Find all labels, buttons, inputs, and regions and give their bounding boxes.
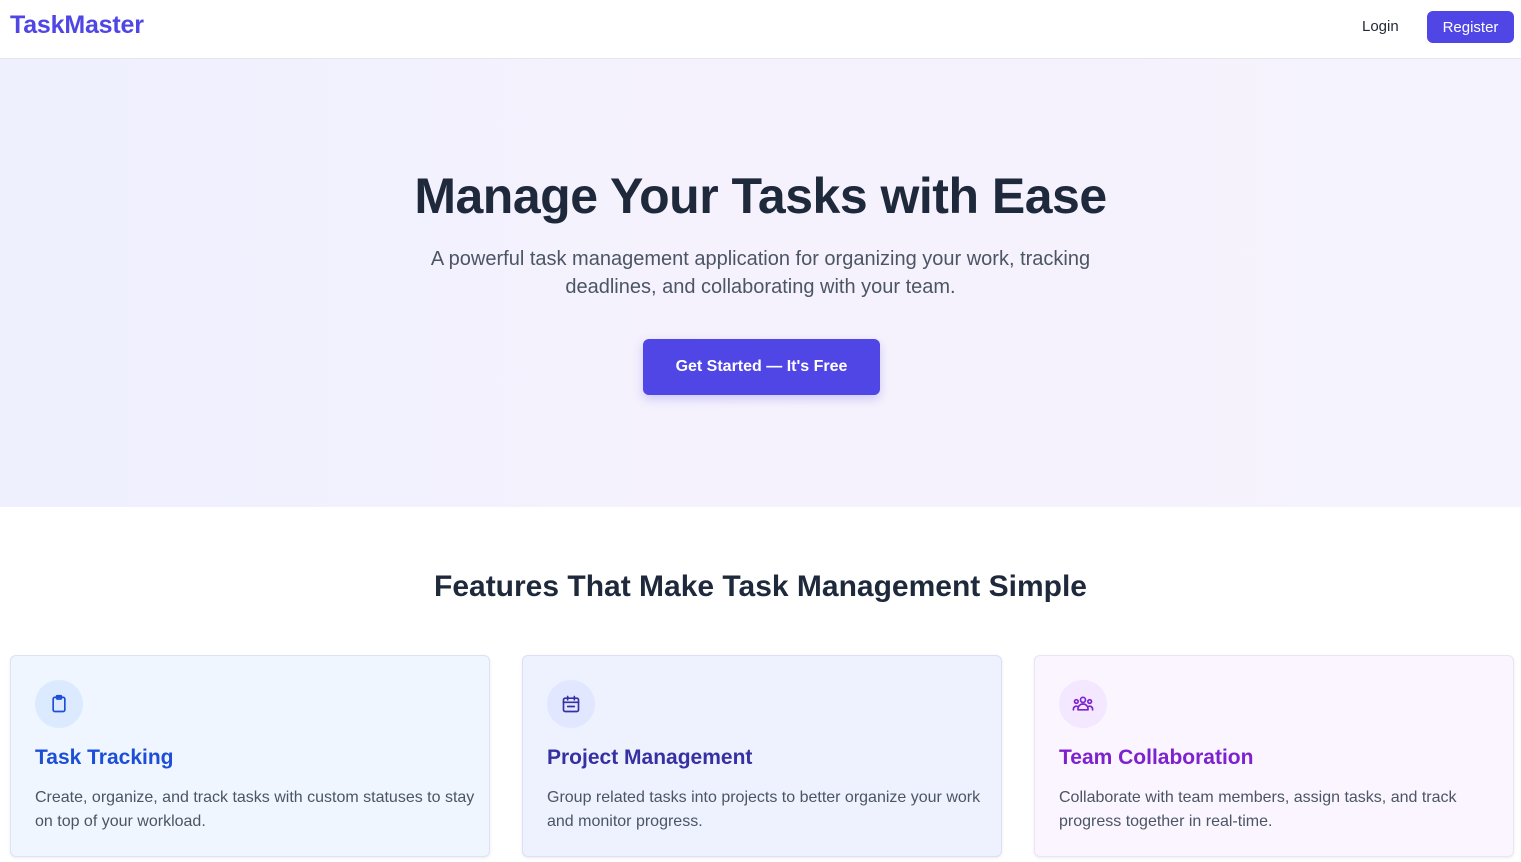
feature-card-description: Create, organize, and track tasks with c… [35, 789, 475, 830]
features-heading: Features That Make Task Management Simpl… [434, 570, 1087, 603]
feature-card-team-collaboration: Team Collaboration Collaborate with team… [1034, 655, 1514, 857]
feature-card-task-tracking: Task Tracking Create, organize, and trac… [10, 655, 490, 857]
calendar-icon [547, 680, 595, 728]
top-navbar: TaskMaster Login Register [0, 0, 1521, 59]
feature-card-title: Team Collaboration [1059, 746, 1254, 769]
get-started-button[interactable]: Get Started — It's Free [643, 339, 880, 395]
hero-subtitle: A powerful task management application f… [430, 248, 1091, 298]
users-icon [1059, 680, 1107, 728]
hero-section: Manage Your Tasks with Ease A powerful t… [0, 59, 1521, 507]
hero-title: Manage Your Tasks with Ease [414, 168, 1107, 224]
clipboard-icon [35, 680, 83, 728]
feature-card-title: Project Management [547, 746, 753, 769]
feature-card-title: Task Tracking [35, 746, 174, 769]
register-button[interactable]: Register [1427, 11, 1514, 43]
feature-card-description: Collaborate with team members, assign ta… [1059, 789, 1457, 830]
feature-card-description: Group related tasks into projects to bet… [547, 789, 981, 830]
feature-card-project-management: Project Management Group related tasks i… [522, 655, 1002, 857]
brand-logo[interactable]: TaskMaster [10, 11, 144, 40]
login-link[interactable]: Login [1362, 18, 1399, 35]
